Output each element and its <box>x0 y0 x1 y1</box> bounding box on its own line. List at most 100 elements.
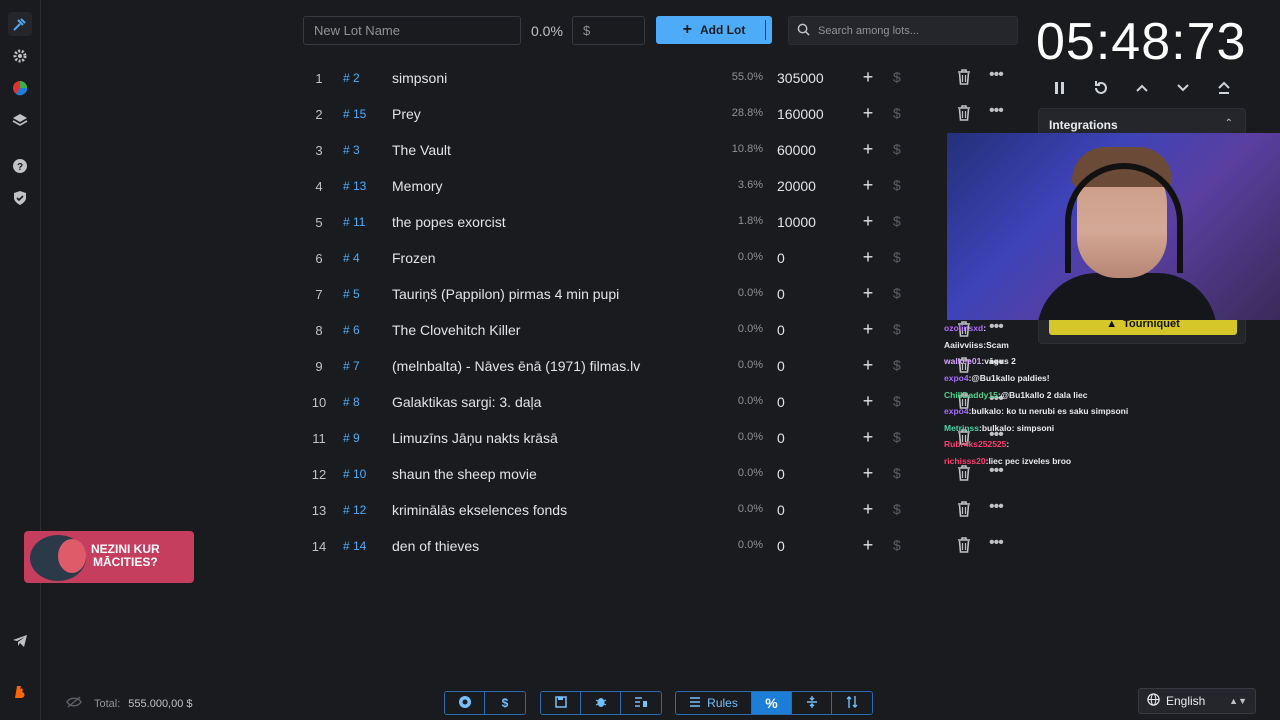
lot-name[interactable]: (melnbalta) - Nāves ēnā (1971) filmas.lv <box>392 358 640 374</box>
lot-name[interactable]: the popes exorcist <box>392 214 506 230</box>
bug-report-button[interactable] <box>581 692 621 714</box>
lot-row[interactable]: 12 # 10 shaun the sheep movie 0.0% 0 + $ ••• <box>303 456 1018 492</box>
chevron-up-icon[interactable] <box>1131 78 1153 98</box>
dollar-button[interactable]: $ <box>893 393 901 409</box>
add-amount-button[interactable]: + <box>861 355 875 376</box>
more-options-button[interactable]: ••• <box>989 534 1004 552</box>
lot-row[interactable]: 3# 3The Vault10.8%60000+$••• <box>303 132 1018 168</box>
lot-row[interactable]: 13 # 12 kriminālās ekselences fonds 0.0% 0 + $… <box>303 492 1018 528</box>
lot-row[interactable]: 6# 4Frozen0.0%0+$••• <box>303 240 1018 276</box>
shield-check-icon[interactable] <box>8 186 32 210</box>
trash-icon[interactable] <box>957 105 971 121</box>
add-amount-button[interactable]: + <box>861 391 875 412</box>
percent-toggle-button[interactable]: % <box>752 692 792 714</box>
trash-icon[interactable] <box>957 501 971 517</box>
lot-name[interactable]: shaun the sheep movie <box>392 466 537 482</box>
lot-amount[interactable]: 160000 <box>777 106 824 122</box>
lot-row[interactable]: 4# 13Memory3.6%20000+$••• <box>303 168 1018 204</box>
rules-button[interactable]: Rules <box>676 692 752 714</box>
donate-button[interactable]: $ <box>485 692 525 714</box>
lot-name-input[interactable] <box>303 16 521 45</box>
double-chevron-up-icon[interactable] <box>1213 78 1235 98</box>
lot-name[interactable]: Memory <box>392 178 443 194</box>
dollar-button[interactable]: $ <box>893 249 901 265</box>
lot-row[interactable]: 11 # 9 Limuzīns Jāņu nakts krāsā 0.0% 0 + $ ••• <box>303 420 1018 456</box>
lot-amount[interactable]: 0 <box>777 430 785 446</box>
add-amount-button[interactable]: + <box>861 319 875 340</box>
lot-amount[interactable]: 0 <box>777 502 785 518</box>
amount-input[interactable] <box>572 16 645 45</box>
dollar-button[interactable]: $ <box>893 177 901 193</box>
lot-name[interactable]: Galaktikas sargi: 3. daļa <box>392 394 541 410</box>
add-amount-button[interactable]: + <box>861 247 875 268</box>
dollar-button[interactable]: $ <box>893 357 901 373</box>
lot-row[interactable]: 8 # 6 The Clovehitch Killer 0.0% 0 + $ ••• <box>303 312 1018 348</box>
add-amount-button[interactable]: + <box>861 283 875 304</box>
add-amount-button[interactable]: + <box>861 175 875 196</box>
lot-name[interactable]: The Vault <box>392 142 451 158</box>
lot-name[interactable]: den of thieves <box>392 538 479 554</box>
lot-amount[interactable]: 0 <box>777 538 785 554</box>
lot-amount[interactable]: 10000 <box>777 214 816 230</box>
dollar-button[interactable]: $ <box>893 285 901 301</box>
eye-off-icon[interactable] <box>66 696 82 711</box>
boosty-icon[interactable] <box>8 680 32 704</box>
lot-name[interactable]: Frozen <box>392 250 436 266</box>
pie-chart-icon[interactable] <box>8 76 32 100</box>
chevron-up-icon[interactable]: ⌃ <box>1225 118 1233 129</box>
dollar-button[interactable]: $ <box>893 465 901 481</box>
add-amount-button[interactable]: + <box>861 67 875 88</box>
add-amount-button[interactable]: + <box>861 103 875 124</box>
lot-amount[interactable]: 60000 <box>777 142 816 158</box>
pause-icon[interactable] <box>1049 78 1071 98</box>
search-box[interactable]: Search among lots... <box>788 16 1018 45</box>
add-amount-button[interactable]: + <box>861 427 875 448</box>
add-amount-button[interactable]: + <box>861 211 875 232</box>
telegram-icon[interactable] <box>8 629 32 653</box>
add-amount-button[interactable]: + <box>861 463 875 484</box>
lot-row[interactable]: 9 # 7 (melnbalta) - Nāves ēnā (1971) filma… <box>303 348 1018 384</box>
auction-gavel-icon[interactable] <box>8 12 32 36</box>
add-amount-button[interactable]: + <box>861 499 875 520</box>
github-button[interactable] <box>445 692 485 714</box>
lot-name[interactable]: The Clovehitch Killer <box>392 322 520 338</box>
promo-banner[interactable]: NEZINI KUR MĀCITIES? <box>24 531 194 583</box>
lot-name[interactable]: simpsoni <box>392 70 447 86</box>
lot-amount[interactable]: 0 <box>777 466 785 482</box>
lot-name[interactable]: kriminālās ekselences fonds <box>392 502 567 518</box>
lot-row[interactable]: 14 # 14 den of thieves 0.0% 0 + $ ••• <box>303 528 1018 564</box>
lot-row[interactable]: 2 # 15 Prey 28.8% 160000 + $ ••• <box>303 96 1018 132</box>
lot-row[interactable]: 1 # 2 simpsoni 55.0% 305000 + $ ••• <box>303 60 1018 96</box>
gear-icon[interactable] <box>8 44 32 68</box>
add-amount-button[interactable]: + <box>861 535 875 556</box>
lot-amount[interactable]: 0 <box>777 322 785 338</box>
lot-row[interactable]: 7 # 5 Tauriņš (Pappilon) pirmas 4 min pupi… <box>303 276 1018 312</box>
more-options-button[interactable]: ••• <box>989 66 1004 84</box>
add-amount-button[interactable]: + <box>861 139 875 160</box>
lot-amount[interactable]: 305000 <box>777 70 824 86</box>
lot-row[interactable]: 10 # 8 Galaktikas sargi: 3. daļa 0.0% 0 + $ ••• <box>303 384 1018 420</box>
save-button[interactable] <box>541 692 581 714</box>
dollar-button[interactable]: $ <box>893 213 901 229</box>
dollar-button[interactable]: $ <box>893 105 901 121</box>
language-select[interactable]: English ▲▼ <box>1138 688 1256 714</box>
lot-row[interactable]: 5# 11the popes exorcist1.8%10000+$••• <box>303 204 1018 240</box>
lot-amount[interactable]: 0 <box>777 394 785 410</box>
reset-icon[interactable] <box>1090 78 1112 98</box>
lot-name[interactable]: Prey <box>392 106 421 122</box>
dollar-button[interactable]: $ <box>893 321 901 337</box>
chevron-down-icon[interactable] <box>1172 78 1194 98</box>
dollar-button[interactable]: $ <box>893 69 901 85</box>
dollar-button[interactable]: $ <box>893 501 901 517</box>
more-options-button[interactable]: ••• <box>989 498 1004 516</box>
dollar-button[interactable]: $ <box>893 537 901 553</box>
lot-name[interactable]: Limuzīns Jāņu nakts krāsā <box>392 430 558 446</box>
help-icon[interactable]: ? <box>8 154 32 178</box>
more-options-button[interactable]: ••• <box>989 102 1004 120</box>
add-lot-button[interactable]: + Add Lot <box>656 16 772 44</box>
lot-name[interactable]: Tauriņš (Pappilon) pirmas 4 min pupi <box>392 286 619 302</box>
lot-amount[interactable]: 20000 <box>777 178 816 194</box>
trash-icon[interactable] <box>957 69 971 85</box>
clear-list-button[interactable] <box>621 692 661 714</box>
compact-button[interactable] <box>792 692 832 714</box>
